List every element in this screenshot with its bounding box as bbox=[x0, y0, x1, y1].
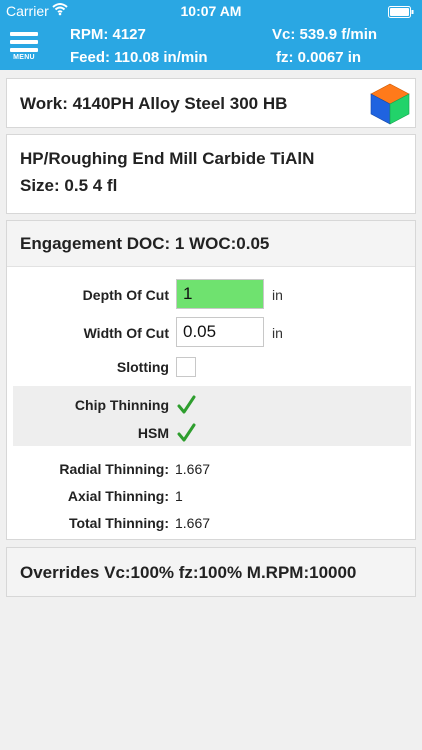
depth-of-cut-row: Depth Of Cut in bbox=[7, 279, 417, 311]
slotting-checkbox[interactable] bbox=[176, 357, 196, 377]
status-bar: Carrier 10:07 AM bbox=[0, 0, 422, 22]
radial-thinning-value: 1.667 bbox=[175, 461, 211, 477]
overrides-title: Overrides Vc:100% fz:100% M.RPM:10000 bbox=[20, 563, 357, 582]
app-header: MENU RPM: 4127 Vc: 539.9 f/min Feed: 110… bbox=[0, 22, 422, 70]
axial-thinning-value: 1 bbox=[175, 488, 183, 504]
checkmark-icon bbox=[177, 395, 196, 414]
feed-readout: Feed: 110.08 in/min bbox=[70, 49, 208, 66]
total-thinning-row: Total Thinning: 1.667 bbox=[7, 513, 417, 545]
rpm-readout: RPM: 4127 bbox=[70, 26, 146, 43]
tool-card[interactable]: HP/Roughing End Mill Carbide TiAlN Size:… bbox=[6, 134, 416, 214]
width-of-cut-unit: in bbox=[272, 325, 283, 341]
slotting-row: Slotting bbox=[7, 355, 417, 387]
hsm-checkbox[interactable] bbox=[176, 423, 196, 443]
overrides-card[interactable]: Overrides Vc:100% fz:100% M.RPM:10000 bbox=[6, 547, 416, 597]
menu-button[interactable]: MENU bbox=[8, 30, 40, 62]
menu-label: MENU bbox=[13, 54, 35, 61]
chip-thinning-checkbox[interactable] bbox=[176, 395, 196, 415]
material-cube-icon[interactable] bbox=[368, 82, 412, 126]
depth-of-cut-unit: in bbox=[272, 287, 283, 303]
hamburger-bar bbox=[10, 40, 38, 44]
hamburger-icon bbox=[10, 32, 38, 36]
chip-thinning-label: Chip Thinning bbox=[74, 397, 169, 413]
fz-readout: fz: 0.0067 in bbox=[276, 49, 362, 66]
checkmark-icon bbox=[177, 423, 196, 442]
total-thinning-label: Total Thinning: bbox=[68, 515, 169, 531]
battery-icon bbox=[388, 5, 414, 21]
width-of-cut-input[interactable] bbox=[176, 317, 264, 347]
engagement-header[interactable]: Engagement DOC: 1 WOC:0.05 bbox=[7, 221, 415, 267]
engagement-card: Engagement DOC: 1 WOC:0.05 Depth Of Cut … bbox=[6, 220, 416, 540]
depth-of-cut-label: Depth Of Cut bbox=[82, 287, 169, 303]
work-material-title: Work: 4140PH Alloy Steel 300 HB bbox=[20, 94, 288, 113]
clock: 10:07 AM bbox=[180, 3, 242, 19]
engagement-title: Engagement DOC: 1 WOC:0.05 bbox=[20, 234, 270, 253]
work-card[interactable]: Work: 4140PH Alloy Steel 300 HB bbox=[6, 78, 416, 128]
vc-readout: Vc: 539.9 f/min bbox=[272, 26, 378, 43]
slotting-label: Slotting bbox=[116, 359, 169, 375]
depth-of-cut-input[interactable] bbox=[176, 279, 264, 309]
tool-size-title: Size: 0.5 4 fl bbox=[20, 176, 118, 195]
width-of-cut-label: Width Of Cut bbox=[83, 325, 169, 341]
hamburger-bar bbox=[10, 48, 38, 52]
tool-type-title: HP/Roughing End Mill Carbide TiAlN bbox=[20, 149, 315, 168]
axial-thinning-label: Axial Thinning: bbox=[67, 488, 169, 504]
radial-thinning-label: Radial Thinning: bbox=[59, 461, 169, 477]
hsm-label: HSM bbox=[137, 425, 169, 441]
hsm-row: HSM bbox=[7, 421, 417, 453]
total-thinning-value: 1.667 bbox=[175, 515, 211, 531]
width-of-cut-row: Width Of Cut in bbox=[7, 317, 417, 349]
